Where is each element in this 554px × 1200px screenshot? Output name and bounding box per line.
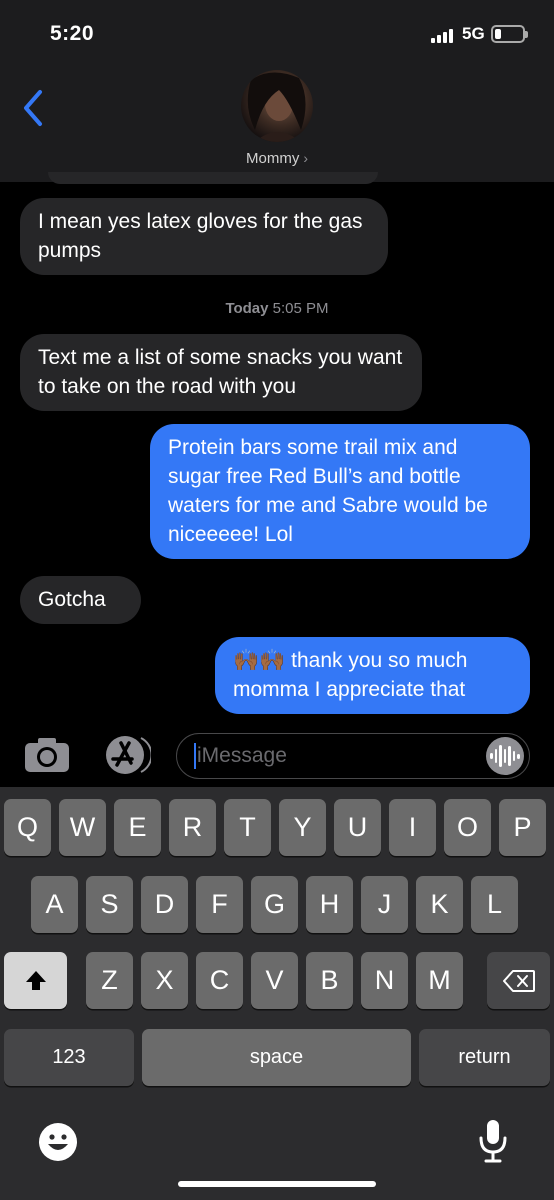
message-text: Gotcha xyxy=(38,588,106,611)
shift-key[interactable] xyxy=(4,952,67,1009)
message-bubble-outgoing[interactable]: 🙌🏾🙌🏾 thank you so much momma I appreciat… xyxy=(215,637,530,714)
numbers-key[interactable]: 123 xyxy=(4,1029,134,1086)
key-w[interactable]: W xyxy=(59,799,106,856)
timestamp-time: 5:05 PM xyxy=(272,300,329,317)
conversation-header: 5:20 5G Mommy › xyxy=(0,0,554,182)
chevron-right-icon: › xyxy=(303,150,308,166)
message-bubble-outgoing[interactable]: Protein bars some trail mix and sugar fr… xyxy=(150,424,530,559)
key-o[interactable]: O xyxy=(444,799,491,856)
key-d[interactable]: D xyxy=(141,876,188,933)
key-i[interactable]: I xyxy=(389,799,436,856)
emoji-icon xyxy=(39,1123,77,1161)
emoji-raise-hands: 🙌🏾🙌🏾 xyxy=(233,649,286,672)
previous-message-edge xyxy=(48,172,378,184)
key-u[interactable]: U xyxy=(334,799,381,856)
contact-name: Mommy xyxy=(246,150,300,167)
key-k[interactable]: K xyxy=(416,876,463,933)
backspace-icon xyxy=(502,969,535,992)
app-store-button[interactable] xyxy=(99,734,153,776)
key-v[interactable]: V xyxy=(251,952,298,1009)
key-e[interactable]: E xyxy=(114,799,161,856)
message-input[interactable] xyxy=(176,733,530,779)
microphone-icon xyxy=(479,1120,507,1163)
status-time: 5:20 xyxy=(50,22,95,45)
key-g[interactable]: G xyxy=(251,876,298,933)
return-key[interactable]: return xyxy=(419,1029,550,1086)
dictation-button[interactable] xyxy=(478,1118,508,1164)
cellular-signal-icon xyxy=(431,27,453,43)
back-button[interactable] xyxy=(20,88,50,128)
backspace-key[interactable] xyxy=(487,952,550,1009)
network-type: 5G xyxy=(462,24,485,43)
contact-avatar[interactable] xyxy=(241,70,313,142)
message-timestamp: Today 5:05 PM xyxy=(0,300,554,317)
battery-icon xyxy=(491,25,528,43)
key-h[interactable]: H xyxy=(306,876,353,933)
key-t[interactable]: T xyxy=(224,799,271,856)
key-l[interactable]: L xyxy=(471,876,518,933)
key-c[interactable]: C xyxy=(196,952,243,1009)
key-p[interactable]: P xyxy=(499,799,546,856)
home-indicator[interactable] xyxy=(178,1181,376,1187)
key-a[interactable]: A xyxy=(31,876,78,933)
key-q[interactable]: Q xyxy=(4,799,51,856)
timestamp-day: Today xyxy=(225,300,269,317)
message-bubble-incoming[interactable]: Gotcha xyxy=(20,576,141,624)
key-b[interactable]: B xyxy=(306,952,353,1009)
text-cursor xyxy=(194,743,196,769)
message-text: Protein bars some trail mix and sugar fr… xyxy=(168,436,488,546)
app-store-icon xyxy=(106,736,153,774)
key-s[interactable]: S xyxy=(86,876,133,933)
emoji-button[interactable] xyxy=(38,1122,78,1162)
space-key[interactable]: space xyxy=(142,1029,411,1086)
key-y[interactable]: Y xyxy=(279,799,326,856)
message-text: Text me a list of some snacks you want t… xyxy=(38,346,403,398)
key-r[interactable]: R xyxy=(169,799,216,856)
camera-button[interactable] xyxy=(24,737,70,773)
shift-icon xyxy=(25,970,46,990)
message-text: I mean yes latex gloves for the gas pump… xyxy=(38,210,363,262)
message-bubble-incoming[interactable]: I mean yes latex gloves for the gas pump… xyxy=(20,198,388,275)
key-x[interactable]: X xyxy=(141,952,188,1009)
back-chevron-icon xyxy=(24,90,42,126)
contact-name-button[interactable]: Mommy › xyxy=(0,150,554,167)
key-j[interactable]: J xyxy=(361,876,408,933)
audio-waveform-icon xyxy=(490,753,493,759)
key-m[interactable]: M xyxy=(416,952,463,1009)
key-f[interactable]: F xyxy=(196,876,243,933)
camera-icon xyxy=(25,738,69,772)
key-n[interactable]: N xyxy=(361,952,408,1009)
key-z[interactable]: Z xyxy=(86,952,133,1009)
message-bubble-incoming[interactable]: Text me a list of some snacks you want t… xyxy=(20,334,422,411)
audio-message-button[interactable] xyxy=(486,737,524,775)
